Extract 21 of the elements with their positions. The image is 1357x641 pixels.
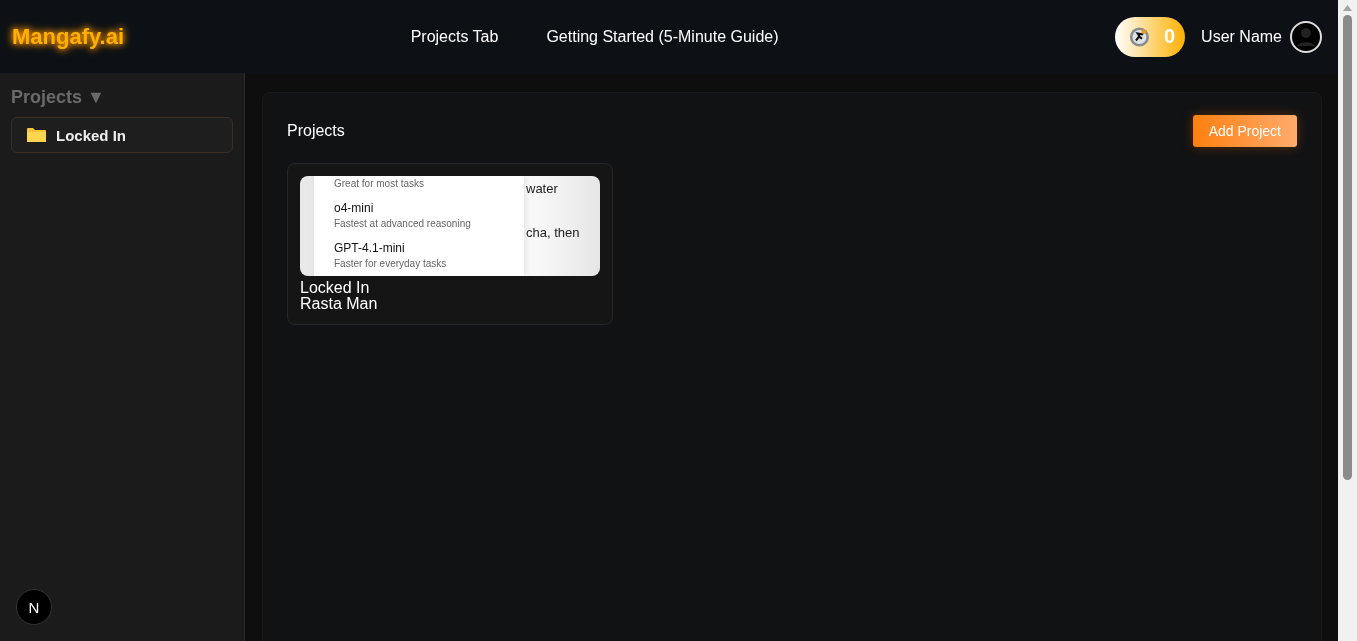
project-subtitle: Rasta Man (300, 296, 379, 312)
coin-icon (1129, 24, 1150, 49)
scrollbar[interactable] (1338, 0, 1357, 641)
nav-link[interactable]: Getting Started (5-Minute Guide) (546, 27, 779, 46)
model-description: Great for most tasks (334, 178, 426, 189)
framework-badge[interactable]: N (16, 589, 52, 625)
user-name[interactable]: User Name (1201, 27, 1282, 46)
sidebar-item[interactable]: Locked In (11, 117, 233, 153)
section-title: Projects (287, 122, 345, 140)
preview-text: water (526, 181, 558, 196)
preview-text: cha, then (526, 225, 580, 240)
scroll-up-icon[interactable] (1343, 5, 1352, 11)
nav-link[interactable]: Projects Tab (410, 27, 499, 46)
avatar-icon[interactable] (1290, 20, 1322, 53)
model-description: Faster for everyday tasks (334, 258, 448, 269)
model-description: Fastest at advanced reasoning (334, 218, 472, 229)
model-name: o4-mini (334, 201, 375, 215)
project-title[interactable]: Locked In (300, 280, 600, 296)
model-name: GPT-4.1-mini (334, 241, 406, 255)
logo[interactable]: Mangafy.ai (12, 23, 125, 50)
folder-icon (27, 127, 46, 143)
